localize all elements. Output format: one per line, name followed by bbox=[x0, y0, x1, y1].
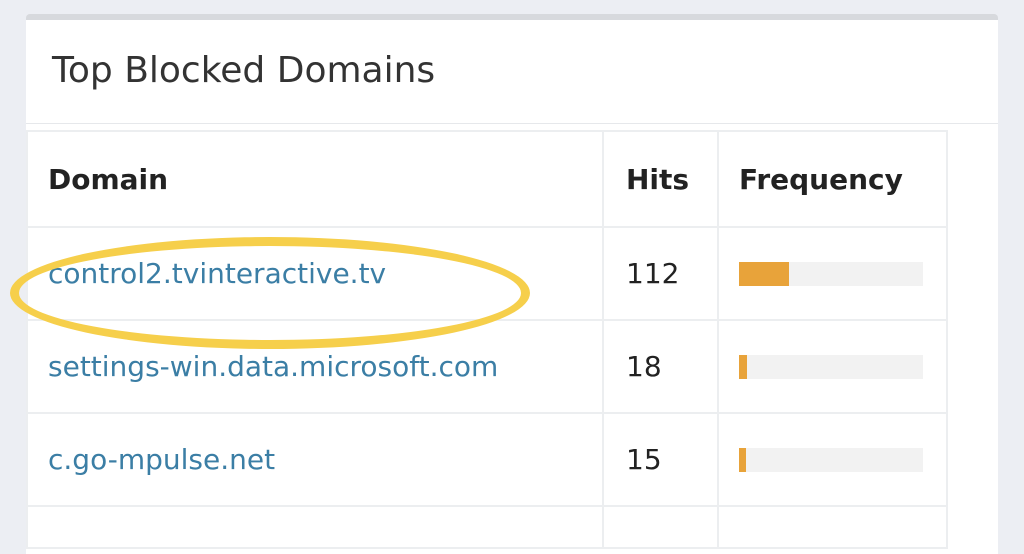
frequency-bar-track bbox=[739, 261, 923, 286]
panel-header: Top Blocked Domains bbox=[26, 20, 998, 124]
table-header-row: Domain Hits Frequency bbox=[26, 130, 948, 228]
hits-cell: 15 bbox=[602, 412, 719, 507]
domain-cell: settings-win.data.microsoft.com bbox=[26, 319, 604, 414]
column-header-frequency: Frequency bbox=[717, 130, 948, 228]
hits-value: 112 bbox=[626, 257, 680, 290]
table-row: settings-win.data.microsoft.com 18 bbox=[26, 319, 948, 414]
panel-title: Top Blocked Domains bbox=[52, 50, 436, 91]
frequency-bar bbox=[739, 354, 748, 379]
frequency-bar-track bbox=[739, 354, 923, 379]
frequency-bar bbox=[739, 447, 747, 472]
frequency-cell bbox=[717, 226, 948, 321]
column-header-hits: Hits bbox=[602, 130, 719, 228]
domain-cell: control2.tvinteractive.tv bbox=[26, 226, 604, 321]
frequency-bar bbox=[739, 261, 789, 286]
table-row-partial bbox=[26, 505, 948, 549]
hits-value: 15 bbox=[626, 443, 662, 476]
table-row: control2.tvinteractive.tv 112 bbox=[26, 226, 948, 321]
frequency-bar-track bbox=[739, 447, 923, 472]
blocked-domains-table-wrapper: Domain Hits Frequency control2.tvinterac… bbox=[26, 130, 948, 549]
domain-link[interactable]: control2.tvinteractive.tv bbox=[48, 257, 386, 290]
column-header-domain: Domain bbox=[26, 130, 604, 228]
domain-link[interactable]: settings-win.data.microsoft.com bbox=[48, 350, 498, 383]
frequency-cell bbox=[717, 412, 948, 507]
hits-cell bbox=[602, 505, 719, 549]
domain-link[interactable]: c.go-mpulse.net bbox=[48, 443, 275, 476]
domain-cell: c.go-mpulse.net bbox=[26, 412, 604, 507]
blocked-domains-table: Domain Hits Frequency control2.tvinterac… bbox=[26, 130, 948, 549]
hits-cell: 112 bbox=[602, 226, 719, 321]
domain-cell bbox=[26, 505, 604, 549]
hits-cell: 18 bbox=[602, 319, 719, 414]
hits-value: 18 bbox=[626, 350, 662, 383]
frequency-cell bbox=[717, 319, 948, 414]
frequency-cell bbox=[717, 505, 948, 549]
table-row: c.go-mpulse.net 15 bbox=[26, 412, 948, 507]
